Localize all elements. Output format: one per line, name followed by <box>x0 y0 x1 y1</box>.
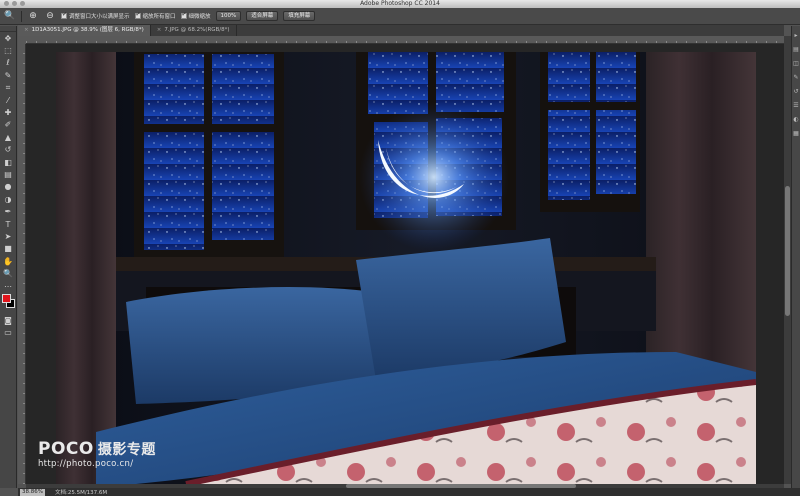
tab-document-2[interactable]: × 7.JPG @ 68.2%(RGB/8*) <box>151 25 237 36</box>
zoom-all-windows-label: 缩放所有窗口 <box>142 14 176 20</box>
scrubby-zoom-checkbox[interactable]: 细微缩放 <box>180 11 211 20</box>
history-panel-icon[interactable]: ↺ <box>792 86 800 96</box>
document-image[interactable] <box>56 52 756 484</box>
type-icon[interactable]: T <box>0 218 16 230</box>
paths-panel-icon[interactable]: ✎ <box>792 72 800 82</box>
gradient-icon[interactable]: ▤ <box>0 168 16 180</box>
crop-icon[interactable]: ⌗ <box>0 82 16 94</box>
quick-mask-icon[interactable]: ◙ <box>0 314 16 326</box>
vertical-ruler[interactable] <box>18 44 26 484</box>
history-brush-icon[interactable]: ↺ <box>0 144 16 156</box>
shape-icon[interactable]: ■ <box>0 243 16 255</box>
pen-icon[interactable]: ✒ <box>0 205 16 217</box>
watermark-logo-subtitle: 摄影专题 <box>97 442 156 458</box>
fill-screen-button[interactable]: 填充屏幕 <box>283 11 316 21</box>
ruler-origin[interactable] <box>18 36 26 44</box>
move-icon[interactable]: ✥ <box>0 32 16 44</box>
close-tab-icon[interactable]: × <box>157 27 162 33</box>
layers-panel-icon[interactable]: ▤ <box>792 44 800 54</box>
channels-panel-icon[interactable]: ◫ <box>792 58 800 68</box>
stamp-icon[interactable]: ▲ <box>0 131 16 143</box>
path-select-icon[interactable]: ➤ <box>0 230 16 242</box>
watermark: POCO 摄影专题 http://photo.poco.cn/ <box>38 440 156 469</box>
vertical-scroll-thumb[interactable] <box>785 186 790 316</box>
status-bar: 38.86% 文档:25.5M/137.6M <box>18 488 800 496</box>
watermark-logo-text: POCO <box>38 439 94 459</box>
document-size-info[interactable]: 文档:25.5M/137.6M <box>55 488 107 496</box>
adjustments-panel-icon[interactable]: ◐ <box>792 114 800 124</box>
zoom-out-icon[interactable]: ⊖ <box>44 10 56 22</box>
quick-select-icon[interactable]: ✎ <box>0 69 16 81</box>
tools-panel: ✥ ⬚ ℓ ✎ ⌗ ⁄ ✚ ✐ ▲ ↺ ◧ ▤ ● ◑ ✒ T ➤ ■ ✋ 🔍 … <box>0 26 17 488</box>
screen-mode-icon[interactable]: ▭ <box>0 327 16 339</box>
tab-document-1[interactable]: × 1D1A3051.JPG @ 38.9% (图层 6, RGB/8*) <box>18 25 151 36</box>
lasso-icon[interactable]: ℓ <box>0 57 16 69</box>
divider <box>21 10 22 22</box>
zoom-all-windows-checkbox[interactable]: 缩放所有窗口 <box>134 11 176 20</box>
scrubby-zoom-label: 细微缩放 <box>188 14 211 20</box>
zoom-100-button[interactable]: 100% <box>215 11 242 21</box>
swatches-panel-icon[interactable]: ▦ <box>792 128 800 138</box>
canvas-area[interactable] <box>26 44 784 484</box>
close-tab-icon[interactable]: × <box>24 27 29 33</box>
color-swatches <box>0 292 16 314</box>
horizontal-ruler[interactable] <box>26 36 784 44</box>
document-tabs: × 1D1A3051.JPG @ 38.9% (图层 6, RGB/8*) × 7.… <box>18 25 784 36</box>
collapsed-panels: ▸ ▤ ◫ ✎ ↺ ☰ ◐ ▦ <box>791 26 800 488</box>
healing-icon[interactable]: ✚ <box>0 106 16 118</box>
properties-panel-icon[interactable]: ☰ <box>792 100 800 110</box>
zoom-in-icon[interactable]: ⊕ <box>27 10 39 22</box>
blur-icon[interactable]: ● <box>0 181 16 193</box>
checkbox-check-icon <box>61 11 67 19</box>
foreground-color-swatch[interactable] <box>2 294 11 304</box>
checkbox-check-icon <box>134 11 141 19</box>
vertical-scrollbar[interactable] <box>784 36 791 484</box>
eyedropper-icon[interactable]: ⁄ <box>0 94 16 106</box>
marquee-icon[interactable]: ⬚ <box>0 44 16 56</box>
tab-label: 1D1A3051.JPG @ 38.9% (图层 6, RGB/8*) <box>31 27 144 33</box>
panel-toggle-icon[interactable]: ▸ <box>792 30 800 40</box>
dodge-icon[interactable]: ◑ <box>0 193 16 205</box>
zoom-tool-preset-icon[interactable]: 🔍 <box>4 10 16 22</box>
window-title: Adobe Photoshop CC 2014 <box>360 0 440 7</box>
bedroom-night-photo <box>56 52 756 484</box>
resize-windows-label: 调整窗口大小以满屏显示 <box>69 14 130 20</box>
more-tools-icon[interactable]: ⋯ <box>0 280 16 292</box>
fit-screen-button[interactable]: 适合屏幕 <box>246 11 279 21</box>
options-bar: 🔍 ⊕ ⊖ 调整窗口大小以满屏显示 缩放所有窗口 细微缩放 100% 适合屏幕 … <box>0 8 800 25</box>
checkbox-check-icon <box>180 11 187 19</box>
watermark-url: http://photo.poco.cn/ <box>38 459 134 469</box>
hand-icon[interactable]: ✋ <box>0 255 16 267</box>
zoom-icon[interactable]: 🔍 <box>0 267 16 279</box>
brush-icon[interactable]: ✐ <box>0 119 16 131</box>
resize-windows-checkbox[interactable]: 调整窗口大小以满屏显示 <box>61 11 130 20</box>
eraser-icon[interactable]: ◧ <box>0 156 16 168</box>
watermark-logo: POCO 摄影专题 <box>38 440 156 459</box>
title-bar: Adobe Photoshop CC 2014 <box>0 0 800 8</box>
tab-label: 7.JPG @ 68.2%(RGB/8*) <box>164 27 230 33</box>
zoom-level-field[interactable]: 38.86% <box>20 488 45 496</box>
